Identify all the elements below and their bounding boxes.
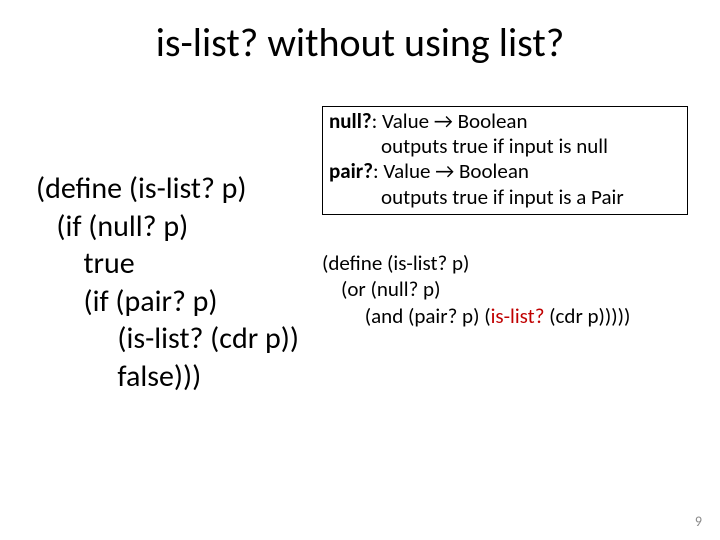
sig-desc-pair: outputs true if input is a Pair — [329, 185, 681, 210]
sig-name-null: null? — [329, 108, 372, 134]
code-line: true — [36, 245, 135, 282]
recursive-call: is-list? — [491, 303, 545, 329]
code-line: (is-list? (cdr p)) — [36, 320, 299, 357]
code-line: false))) — [36, 358, 201, 395]
signature-line: null?: Value → Boolean — [329, 109, 681, 134]
code-line: (define (is-list? p) — [36, 170, 247, 207]
code-fragment: (and (pair? p) ( — [322, 303, 491, 329]
code-fragment: (cdr p))))) — [544, 303, 630, 329]
slide-title: is-list? without using list? — [0, 18, 720, 67]
sig-type-pair: : Value → Boolean — [373, 158, 529, 184]
code-block-left: (define (is-list? p) (if (null? p) true … — [36, 170, 299, 395]
code-block-right: (define (is-list? p) (or (null? p) (and … — [322, 250, 630, 329]
slide-number: 9 — [695, 513, 702, 530]
code-line: (or (null? p) — [322, 276, 440, 302]
signature-line: pair?: Value → Boolean — [329, 159, 681, 184]
code-line: (if (null? p) — [36, 208, 188, 245]
type-signature-box: null?: Value → Boolean outputs true if i… — [322, 106, 688, 215]
sig-name-pair: pair? — [329, 158, 373, 184]
code-line: (define (is-list? p) — [322, 250, 469, 276]
code-line: (if (pair? p) — [36, 283, 218, 320]
sig-type-null: : Value → Boolean — [372, 108, 528, 134]
code-line: (and (pair? p) (is-list? (cdr p))))) — [322, 303, 630, 329]
sig-desc-null: outputs true if input is null — [329, 134, 681, 159]
